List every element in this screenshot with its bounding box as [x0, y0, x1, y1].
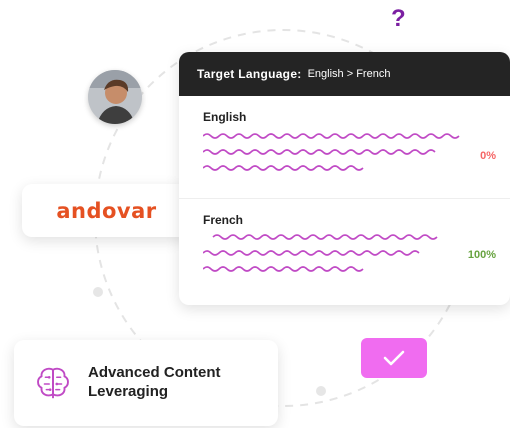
- target-language-name: French: [203, 213, 244, 227]
- orbit-dot: [93, 287, 103, 297]
- target-language-label: Target Language:: [197, 67, 302, 81]
- wavy-line: [203, 165, 364, 171]
- feature-title: Advanced Content Leveraging: [88, 364, 221, 400]
- andovar-logo-card: andovar: [22, 184, 191, 237]
- brain-icon: [37, 367, 69, 399]
- source-text-placeholder-lines: [203, 133, 460, 171]
- question-mark: ?: [391, 5, 406, 32]
- translation-card: Target Language: English > French Englis…: [179, 52, 510, 305]
- source-language-section: English 0%: [179, 96, 510, 199]
- avatar: [88, 70, 142, 124]
- check-icon: [383, 350, 405, 366]
- target-progress-percent: 100%: [467, 249, 496, 261]
- wavy-line: [203, 133, 460, 139]
- wavy-line: [203, 149, 436, 155]
- orbit-dot: [316, 386, 326, 396]
- translation-card-header: Target Language: English > French: [179, 52, 510, 96]
- wavy-line: [203, 266, 364, 272]
- target-language-section: French 100%: [179, 199, 510, 305]
- andovar-logo: andovar: [56, 198, 157, 223]
- source-progress-percent: 0%: [480, 150, 496, 162]
- target-text-placeholder-lines: [203, 234, 438, 272]
- source-language-name: English: [203, 110, 247, 124]
- check-badge: [361, 338, 427, 378]
- target-language-value: English > French: [307, 68, 391, 80]
- feature-card: Advanced Content Leveraging: [14, 340, 278, 426]
- wavy-line: [212, 234, 438, 240]
- person-avatar-image: [88, 70, 142, 124]
- wavy-line: [203, 250, 420, 256]
